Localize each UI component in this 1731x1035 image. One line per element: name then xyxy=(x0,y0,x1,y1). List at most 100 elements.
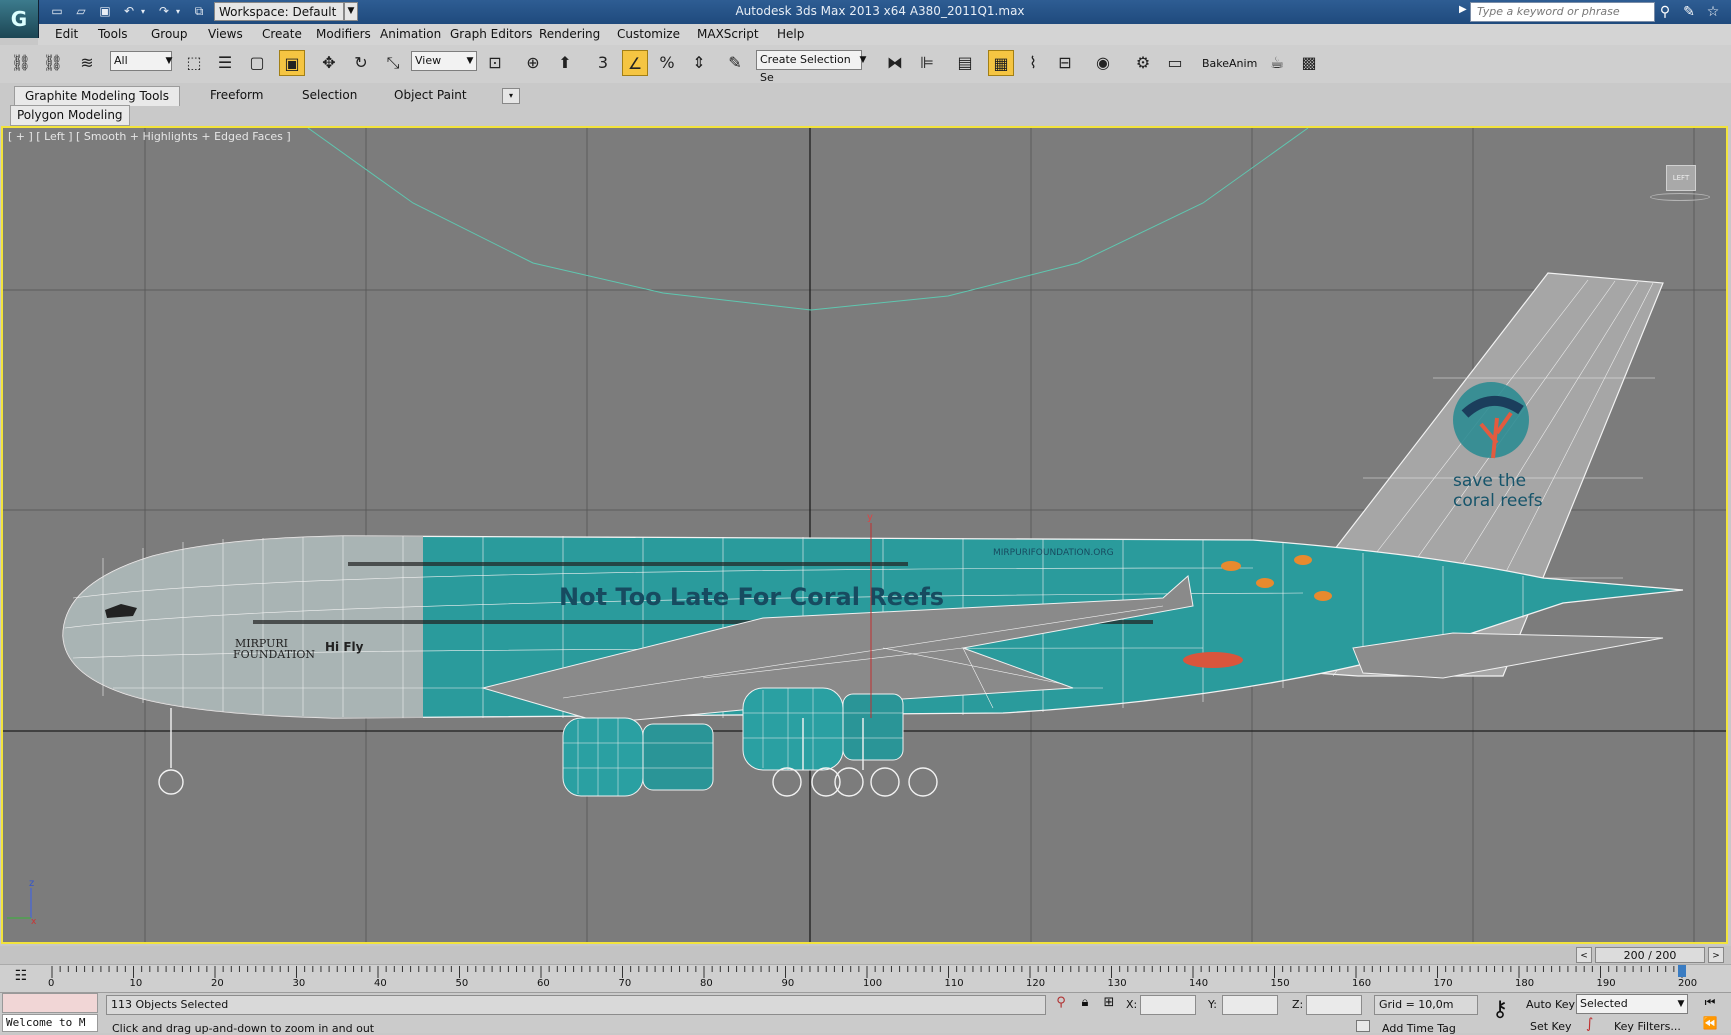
y-coordinate-field[interactable] xyxy=(1222,995,1278,1015)
key-mode-arrow-icon[interactable]: ▼ xyxy=(1674,994,1688,1014)
left-viewport[interactable]: save the coral reefs Not Too Late For Co… xyxy=(1,126,1728,944)
tab-selection[interactable]: Selection xyxy=(292,86,367,105)
menu-tools[interactable]: Tools xyxy=(98,24,128,45)
auto-key-button[interactable]: Auto Key xyxy=(1526,998,1575,1011)
search-expand-icon[interactable]: ▶ xyxy=(1459,4,1467,15)
previous-key-icon[interactable]: ⏪ xyxy=(1700,1016,1720,1032)
polygon-modeling-panel[interactable]: Polygon Modeling xyxy=(10,105,130,126)
render-setup-icon[interactable]: ⚙ xyxy=(1130,50,1156,76)
select-and-rotate-icon[interactable]: ↻ xyxy=(348,50,374,76)
workspace-dropdown-arrow-icon[interactable]: ▼ xyxy=(344,2,358,21)
edit-named-selection-sets-icon[interactable]: ✎ xyxy=(722,50,748,76)
favorites-icon[interactable]: ☆ xyxy=(1703,3,1723,21)
mirror-icon[interactable]: ⧓ xyxy=(882,50,908,76)
viewport-label-menu[interactable]: [ + ] [ Left ] [ Smooth + Highlights + E… xyxy=(8,130,291,143)
menu-animation[interactable]: Animation xyxy=(380,24,441,45)
toggle-scene-explorer-icon[interactable]: ▤ xyxy=(952,50,978,76)
unlink-selection-icon[interactable]: ⛓ xyxy=(40,50,66,76)
prev-frame-icon[interactable]: < xyxy=(1576,947,1592,963)
set-key-mode-icon[interactable]: ⚷ xyxy=(1486,997,1514,1027)
maxscript-listener-pink[interactable] xyxy=(2,993,98,1013)
named-selection-sets-dropdown[interactable]: Create Selection Se xyxy=(756,50,862,84)
select-by-name-icon[interactable]: ☰ xyxy=(212,50,238,76)
bind-to-space-warp-icon[interactable]: ≋ xyxy=(74,50,100,76)
absolute-mode-transform-icon[interactable]: ⊞ xyxy=(1100,995,1118,1015)
menu-group[interactable]: Group xyxy=(151,24,188,45)
use-pivot-point-center-icon[interactable]: ⊡ xyxy=(482,50,508,76)
go-to-start-icon[interactable]: ⏮ xyxy=(1700,995,1720,1013)
window-title: Autodesk 3ds Max 2013 x64 A380_2011Q1.ma… xyxy=(735,4,1025,18)
percent-snap-toggle-icon[interactable]: % xyxy=(654,50,680,76)
undo-dropdown-icon[interactable]: ▾ xyxy=(138,3,148,20)
menu-edit[interactable]: Edit xyxy=(55,24,78,45)
keyboard-shortcut-override-icon[interactable]: ⬆ xyxy=(552,50,578,76)
viewcube-compass-icon[interactable] xyxy=(1650,193,1710,201)
application-button-icon[interactable]: G xyxy=(0,0,39,38)
bakeanim-button[interactable]: BakeAnim xyxy=(1202,57,1257,70)
next-frame-icon[interactable]: > xyxy=(1708,947,1724,963)
track-bar-tick-label: 150 xyxy=(1270,978,1290,989)
workspace-dropdown[interactable]: Workspace: Default xyxy=(214,2,344,21)
redo-dropdown-icon[interactable]: ▾ xyxy=(173,3,183,20)
time-slider-track[interactable] xyxy=(0,946,1731,964)
snaps-toggle-icon[interactable]: 3 xyxy=(590,50,616,76)
ribbon-options-icon[interactable]: ▾ xyxy=(502,88,520,104)
select-and-manipulate-icon[interactable]: ⊕ xyxy=(520,50,546,76)
communication-center-icon[interactable]: ✎ xyxy=(1679,3,1699,21)
menu-modifiers[interactable]: Modifiers xyxy=(316,24,371,45)
menu-create[interactable]: Create xyxy=(262,24,302,45)
material-editor-icon[interactable]: ◉ xyxy=(1090,50,1116,76)
default-tangent-icon[interactable]: ∫ xyxy=(1586,1016,1600,1032)
menu-maxscript[interactable]: MAXScript xyxy=(697,24,759,45)
selection-filter-arrow-icon[interactable]: ▼ xyxy=(162,51,176,71)
tab-graphite-modeling-tools[interactable]: Graphite Modeling Tools xyxy=(14,86,181,106)
time-slider-frame[interactable]: 200 / 200 xyxy=(1595,947,1705,963)
menu-customize[interactable]: Customize xyxy=(617,24,680,45)
binoculars-search-icon[interactable]: ⚲ xyxy=(1655,3,1675,21)
set-key-button[interactable]: Set Key xyxy=(1530,1020,1572,1033)
menu-rendering[interactable]: Rendering xyxy=(539,24,600,45)
undo-icon[interactable]: ↶ xyxy=(120,3,138,20)
select-and-move-icon[interactable]: ✥ xyxy=(316,50,342,76)
menu-help[interactable]: Help xyxy=(777,24,804,45)
selection-lock-icon[interactable]: 🔒︎ xyxy=(1076,995,1094,1015)
maxscript-mini-listener[interactable]: Welcome to M xyxy=(2,1014,98,1032)
menu-views[interactable]: Views xyxy=(208,24,243,45)
angle-snap-toggle-icon[interactable]: ∠ xyxy=(622,50,648,76)
key-filters-button[interactable]: Key Filters... xyxy=(1614,1020,1681,1033)
tab-freeform[interactable]: Freeform xyxy=(200,86,273,105)
select-and-link-icon[interactable]: ⛓ xyxy=(8,50,34,76)
help-search-input[interactable]: Type a keyword or phrase xyxy=(1470,2,1655,22)
window-crossing-icon[interactable]: ▣ xyxy=(279,50,305,76)
viewcube-face[interactable]: LEFT xyxy=(1666,165,1696,191)
select-and-scale-icon[interactable]: ⤡ xyxy=(380,50,406,76)
schematic-view-icon[interactable]: ⊟ xyxy=(1052,50,1078,76)
project-folder-icon[interactable]: ⧉ xyxy=(190,3,208,20)
curve-editor-icon[interactable]: ⌇ xyxy=(1020,50,1046,76)
current-frame-marker[interactable] xyxy=(1678,965,1686,977)
z-coordinate-field[interactable] xyxy=(1306,995,1362,1015)
viewcube-icon[interactable]: LEFT xyxy=(1650,165,1710,205)
checker-map-icon[interactable]: ▩ xyxy=(1296,50,1322,76)
rectangular-selection-region-icon[interactable]: ▢ xyxy=(244,50,270,76)
rendered-frame-window-icon[interactable]: ▭ xyxy=(1162,50,1188,76)
select-object-icon[interactable]: ⬚ xyxy=(181,50,207,76)
spinner-snap-toggle-icon[interactable]: ⇕ xyxy=(686,50,712,76)
isolate-selection-icon[interactable]: ⚲ xyxy=(1052,995,1070,1015)
save-file-icon[interactable]: ▣ xyxy=(96,3,114,20)
new-file-icon[interactable]: ▭ xyxy=(48,3,66,20)
named-selection-sets-arrow-icon[interactable]: ▼ xyxy=(856,50,870,70)
redo-icon[interactable]: ↷ xyxy=(155,3,173,20)
track-bar-tick-label: 70 xyxy=(618,978,632,989)
align-icon[interactable]: ⊫ xyxy=(914,50,940,76)
open-file-icon[interactable]: ▱ xyxy=(72,3,90,20)
time-tag-icon[interactable] xyxy=(1356,1020,1370,1032)
menu-graph-editors[interactable]: Graph Editors xyxy=(450,24,532,45)
reference-coordinate-arrow-icon[interactable]: ▼ xyxy=(463,51,477,71)
key-mode-dropdown[interactable]: Selected xyxy=(1576,994,1688,1014)
x-coordinate-field[interactable] xyxy=(1140,995,1196,1015)
tab-object-paint[interactable]: Object Paint xyxy=(384,86,477,105)
add-time-tag[interactable]: Add Time Tag xyxy=(1382,1022,1456,1035)
teapot-render-icon[interactable]: ☕ xyxy=(1264,50,1290,76)
toggle-layer-manager-icon[interactable]: ▦ xyxy=(988,50,1014,76)
